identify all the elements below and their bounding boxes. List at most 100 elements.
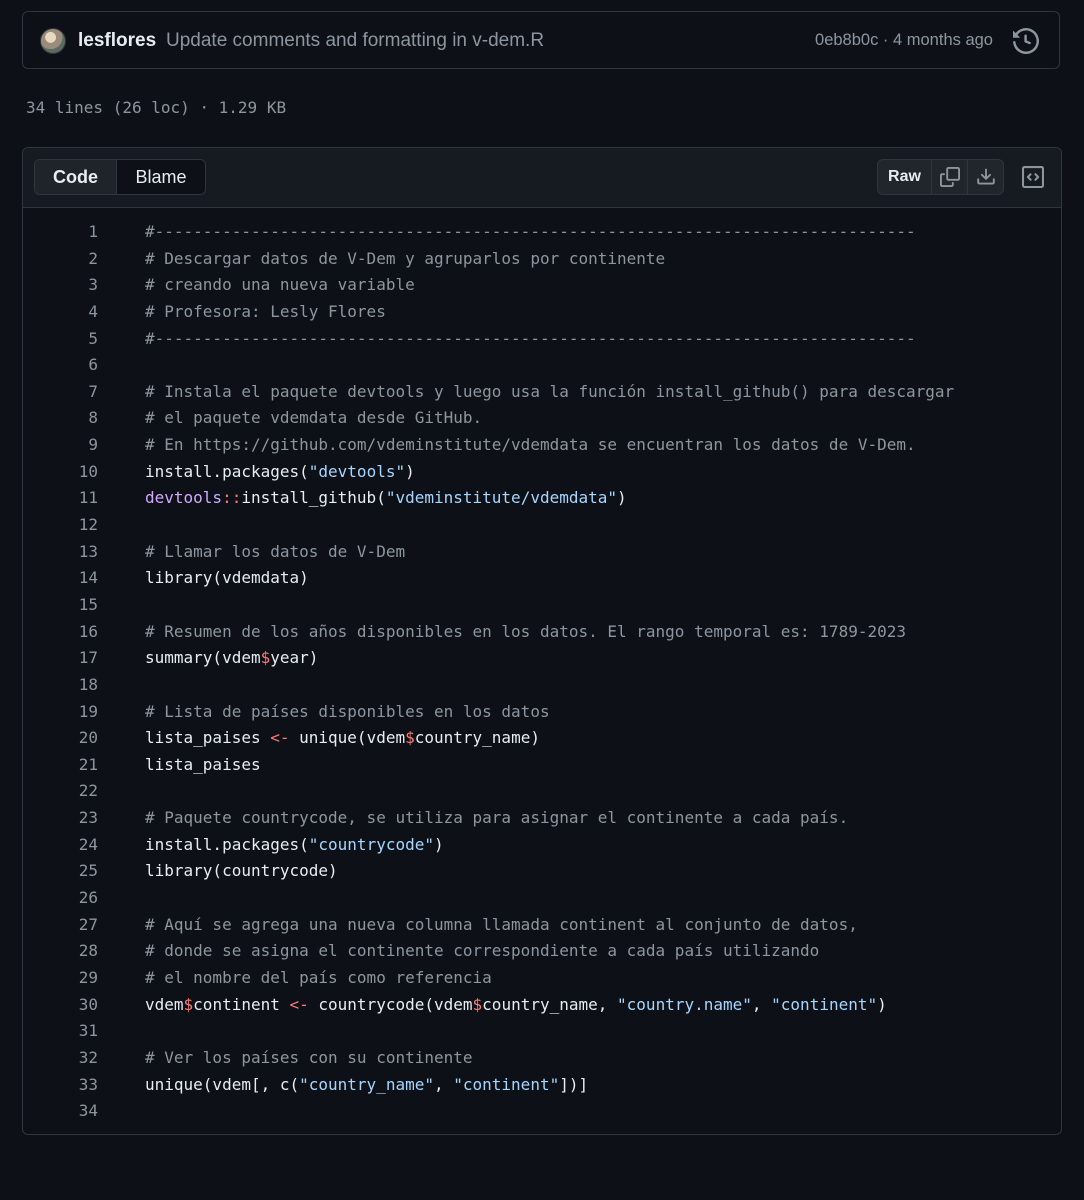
code-line[interactable]: 4 # Profesora: Lesly Flores [23,299,1061,326]
line-number[interactable]: 4 [23,299,98,326]
code-line[interactable]: 29 # el nombre del país como referencia [23,965,1061,992]
code-token: , [751,994,772,1014]
code-line[interactable]: 22 [23,778,1061,805]
code-line[interactable]: 10 install.packages("devtools") [23,459,1061,486]
line-number[interactable]: 11 [23,485,98,512]
code-token: lista_paises [145,754,261,774]
code-line[interactable]: 14 library(vdemdata) [23,565,1061,592]
code-line[interactable]: 18 [23,672,1061,699]
commit-message[interactable]: Update comments and formatting in v-dem.… [166,30,544,52]
code-token: $ [260,648,271,668]
code-line[interactable]: 26 [23,885,1061,912]
line-number[interactable]: 14 [23,565,98,592]
code-line[interactable]: 2 # Descargar datos de V-Dem y agruparlos… [23,246,1061,273]
history-icon[interactable] [1013,28,1039,54]
code-line[interactable]: 24 install.packages("countrycode") [23,832,1061,859]
tab-blame[interactable]: Blame [117,160,205,194]
code-line[interactable]: 31 [23,1018,1061,1045]
code-line[interactable]: 17 summary(vdem$year) [23,645,1061,672]
line-number[interactable]: 25 [23,858,98,885]
line-number[interactable]: 28 [23,938,98,965]
line-number[interactable]: 27 [23,912,98,939]
line-code: # Aquí se agrega una nueva columna llama… [145,912,858,939]
line-number[interactable]: 19 [23,699,98,726]
code-token: $ [405,728,415,748]
code-token: lista_paises [145,728,271,748]
line-number[interactable]: 30 [23,992,98,1019]
line-number[interactable]: 6 [23,352,98,379]
code-line[interactable]: 32 # Ver los países con su continente [23,1045,1061,1072]
code-line[interactable]: 20 lista_paises <- unique(vdem$country_na… [23,725,1061,752]
line-number[interactable]: 29 [23,965,98,992]
commit-author[interactable]: lesflores [78,30,156,52]
code-token: # donde se asigna el continente correspo… [145,941,820,961]
line-number[interactable]: 17 [23,645,98,672]
avatar[interactable] [40,28,66,54]
code-line[interactable]: 30 vdem$continent <- countrycode(vdem$cou… [23,992,1061,1019]
commit-hash-time[interactable]: 0eb8b0c · 4 months ago [815,31,993,50]
download-icon [976,168,995,185]
code-body[interactable]: 1 #--------------------------------------… [23,219,1061,1125]
line-number[interactable]: 23 [23,805,98,832]
code-line[interactable]: 7 # Instala el paquete devtools y luego u… [23,379,1061,406]
file-header: Code Blame Raw [23,148,1061,208]
line-number[interactable]: 1 [23,219,98,246]
code-line[interactable]: 28 # donde se asigna el continente corres… [23,938,1061,965]
line-number[interactable]: 10 [23,459,98,486]
line-number[interactable]: 21 [23,752,98,779]
line-number[interactable]: 33 [23,1072,98,1099]
file-info: 34 lines (26 loc) · 1.29 KB [26,98,287,117]
line-number[interactable]: 31 [23,1018,98,1045]
line-number[interactable]: 7 [23,379,98,406]
line-code: # Paquete countrycode, se utiliza para a… [145,805,848,832]
line-code: # el nombre del país como referencia [145,965,492,992]
code-line[interactable]: 25 library(countrycode) [23,858,1061,885]
code-token: # En https://github.com/vdeminstitute/vd… [145,435,916,455]
line-number[interactable]: 12 [23,512,98,539]
line-number[interactable]: 2 [23,246,98,273]
code-line[interactable]: 27 # Aquí se agrega una nueva columna lla… [23,912,1061,939]
code-token: unique(vdem [289,728,406,748]
line-code: # Resumen de los años disponibles en los… [145,619,906,646]
code-token: ) [434,834,444,854]
symbols-button[interactable] [1016,159,1050,195]
line-number[interactable]: 20 [23,725,98,752]
code-token: :: [222,488,242,508]
code-line[interactable]: 21 lista_paises [23,752,1061,779]
code-line[interactable]: 15 [23,592,1061,619]
code-line[interactable]: 3 # creando una nueva variable [23,272,1061,299]
line-number[interactable]: 15 [23,592,98,619]
code-line[interactable]: 9 # En https://github.com/vdeminstitute/v… [23,432,1061,459]
line-number[interactable]: 32 [23,1045,98,1072]
code-line[interactable]: 16 # Resumen de los años disponibles en l… [23,619,1061,646]
code-line[interactable]: 13 # Llamar los datos de V-Dem [23,539,1061,566]
code-line[interactable]: 19 # Lista de países disponibles en los d… [23,699,1061,726]
line-number[interactable]: 13 [23,539,98,566]
code-line[interactable]: 34 [23,1098,1061,1125]
code-line[interactable]: 1 #--------------------------------------… [23,219,1061,246]
line-number[interactable]: 3 [23,272,98,299]
line-number[interactable]: 22 [23,778,98,805]
code-line[interactable]: 8 # el paquete vdemdata desde GitHub. [23,405,1061,432]
line-number[interactable]: 24 [23,832,98,859]
code-line[interactable]: 11 devtools::install_github("vdeminstitut… [23,485,1061,512]
line-number[interactable]: 18 [23,672,98,699]
code-token: "vdeminstitute/vdemdata" [385,488,618,508]
raw-button[interactable]: Raw [878,160,932,194]
line-number[interactable]: 34 [23,1098,98,1125]
code-line[interactable]: 5 #--------------------------------------… [23,326,1061,353]
line-number[interactable]: 5 [23,326,98,353]
code-line[interactable]: 12 [23,512,1061,539]
line-number[interactable]: 26 [23,885,98,912]
line-code: lista_paises <- unique(vdem$country_name… [145,725,540,752]
line-number[interactable]: 9 [23,432,98,459]
line-number[interactable]: 8 [23,405,98,432]
code-line[interactable]: 6 [23,352,1061,379]
code-line[interactable]: 23 # Paquete countrycode, se utiliza para… [23,805,1061,832]
line-code: #---------------------------------------… [145,326,916,353]
download-button[interactable] [968,160,1003,194]
tab-code[interactable]: Code [35,160,117,194]
line-number[interactable]: 16 [23,619,98,646]
code-line[interactable]: 33 unique(vdem[, c("country_name", "conti… [23,1072,1061,1099]
copy-button[interactable] [932,160,968,194]
